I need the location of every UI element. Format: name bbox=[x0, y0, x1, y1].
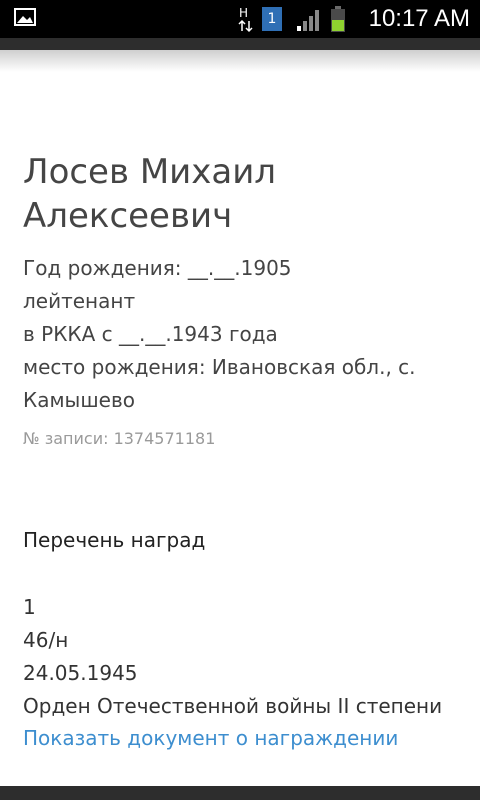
birthplace-line1: место рождения: Ивановская обл., с. bbox=[23, 355, 416, 379]
rank: лейтенант bbox=[23, 289, 136, 313]
network-h-icon: H bbox=[238, 6, 253, 33]
person-info: Год рождения: __.__.1905 лейтенант в РКК… bbox=[23, 252, 463, 417]
signal-icon bbox=[297, 10, 319, 31]
clock: 10:17 AM bbox=[368, 5, 470, 32]
status-bar: H 1 10:17 AM bbox=[0, 0, 480, 38]
award-index: 1 bbox=[23, 595, 36, 619]
birth-year: Год рождения: __.__.1905 bbox=[23, 256, 292, 280]
person-name: Лосев Михаил Алексеевич bbox=[23, 150, 463, 238]
award-name: Орден Отечественной войны II степени bbox=[23, 694, 443, 718]
awards-title: Перечень наград bbox=[23, 528, 206, 552]
service-start: в РККА с __.__.1943 года bbox=[23, 322, 278, 346]
image-icon bbox=[14, 8, 36, 26]
person-card: Лосев Михаил Алексеевич Год рождения: __… bbox=[23, 150, 463, 753]
person-name-line1: Лосев Михаил bbox=[23, 152, 277, 192]
notification-icon: 1 bbox=[262, 7, 282, 31]
bottom-bar bbox=[0, 786, 480, 800]
record-number: № записи: 1374571181 bbox=[23, 429, 216, 448]
birthplace-line2: Камышево bbox=[23, 388, 135, 412]
top-bar-shadow bbox=[0, 50, 480, 72]
award-item: 1 46/н 24.05.1945 Орден Отечественной во… bbox=[23, 591, 463, 753]
award-date: 24.05.1945 bbox=[23, 661, 138, 685]
person-name-line2: Алексеевич bbox=[23, 196, 233, 236]
award-number: 46/н bbox=[23, 628, 69, 652]
svg-text:H: H bbox=[239, 6, 248, 20]
show-award-document-link[interactable]: Показать документ о награждении bbox=[23, 723, 463, 753]
battery-icon bbox=[331, 6, 345, 32]
app-top-bar bbox=[0, 38, 480, 50]
